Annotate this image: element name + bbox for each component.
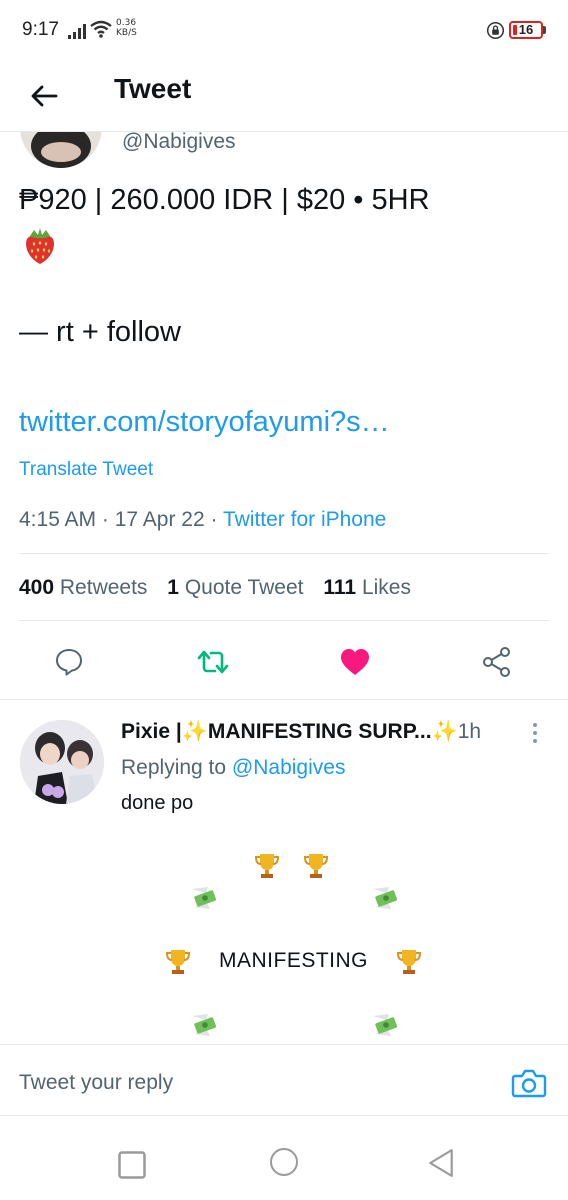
reply-author-name[interactable]: Pixie |✨MANIFESTING SURP...✨1h <box>121 720 481 744</box>
more-options-icon[interactable] <box>528 722 542 744</box>
quote-tweets-label: Quote Tweet <box>184 576 304 599</box>
quote-tweets-stat[interactable]: 1 Quote Tweet <box>167 576 303 599</box>
tweet-link[interactable]: twitter.com/storyofayumi?s… <box>19 406 390 439</box>
divider <box>19 553 549 554</box>
reply-button[interactable] <box>47 640 91 684</box>
trophy-icon <box>303 854 329 878</box>
replying-to: Replying to @Nabigives <box>121 756 345 780</box>
divider <box>19 620 549 621</box>
triangle-back-icon[interactable] <box>426 1148 456 1178</box>
likes-stat[interactable]: 111 Likes <box>323 576 411 599</box>
meta-separator: · <box>101 508 115 531</box>
tweet-cta-text: — rt + follow <box>19 316 181 348</box>
likes-label: Likes <box>361 576 411 599</box>
reply-text: done po <box>121 792 194 814</box>
square-icon[interactable] <box>117 1150 147 1180</box>
likes-count: 111 <box>323 576 357 599</box>
arrow-left-icon <box>31 85 58 107</box>
manifesting-text: MANIFESTING <box>219 949 369 972</box>
share-icon <box>483 647 510 677</box>
reply-avatar-image <box>20 720 104 804</box>
tweet-time: 4:15 AM <box>19 508 97 531</box>
tweet-stats: 400 Retweets 1 Quote Tweet 111 Likes <box>19 576 425 600</box>
meta-separator: · <box>210 508 223 531</box>
back-button[interactable] <box>22 74 66 118</box>
reply-input[interactable] <box>19 1071 419 1095</box>
reply-author-display-name: Pixie |✨MANIFESTING SURP...✨ <box>121 720 458 743</box>
money-with-wings-icon <box>192 1014 217 1036</box>
network-speed-unit: KB/S <box>116 28 137 38</box>
trophy-icon <box>254 854 280 878</box>
share-button[interactable] <box>475 640 519 684</box>
retweets-count: 400 <box>19 576 55 599</box>
battery-indicator: 16 <box>509 21 543 39</box>
reply-compose-bar <box>0 1044 568 1116</box>
speech-bubble-icon <box>56 649 82 676</box>
tweet-action-bar <box>0 640 568 684</box>
network-speed: 0.36 KB/S <box>116 18 137 38</box>
status-bar: 9:17 0.36 KB/S 16 <box>0 0 568 62</box>
tweet-source-link[interactable]: Twitter for iPhone <box>223 508 386 531</box>
translate-tweet-link[interactable]: Translate Tweet <box>19 459 153 481</box>
money-with-wings-icon <box>192 887 217 909</box>
app-header: Tweet <box>0 62 568 132</box>
battery-tip <box>543 26 546 34</box>
replying-to-handle[interactable]: @Nabigives <box>232 756 346 779</box>
retweet-icon <box>197 650 229 674</box>
network-speed-value: 0.36 <box>116 18 137 28</box>
strawberry-icon <box>26 228 54 264</box>
reply-avatar[interactable] <box>20 720 104 804</box>
retweet-button[interactable] <box>191 640 235 684</box>
page-title: Tweet <box>114 73 192 104</box>
author-handle[interactable]: @Nabigives <box>122 130 236 154</box>
like-button[interactable] <box>333 640 377 684</box>
tweet-meta: 4:15 AM · 17 Apr 22 · Twitter for iPhone <box>19 508 386 532</box>
trophy-icon <box>165 950 191 974</box>
tweet-body-line: ₱920 | 260.000 IDR | $20 • 5HR <box>19 184 430 216</box>
replying-to-prefix: Replying to <box>121 756 227 779</box>
tweet-date: 17 Apr 22 <box>114 508 205 531</box>
circle-icon[interactable] <box>269 1147 299 1177</box>
wifi-icon <box>90 20 112 38</box>
trophy-icon <box>396 950 422 974</box>
battery-level: 16 <box>518 22 534 37</box>
camera-icon[interactable] <box>511 1067 547 1099</box>
status-time: 9:17 <box>22 19 59 40</box>
reply-time: 1h <box>457 720 482 743</box>
retweets-stat[interactable]: 400 Retweets <box>19 576 147 599</box>
heart-icon <box>341 649 369 675</box>
money-with-wings-icon <box>373 1014 398 1036</box>
money-with-wings-icon <box>373 887 398 909</box>
system-nav-bar <box>0 1120 568 1200</box>
quote-tweets-count: 1 <box>167 576 179 599</box>
divider <box>0 699 568 700</box>
rotation-lock-icon <box>486 21 505 40</box>
retweets-label: Retweets <box>59 576 148 599</box>
signal-icon <box>68 24 86 39</box>
